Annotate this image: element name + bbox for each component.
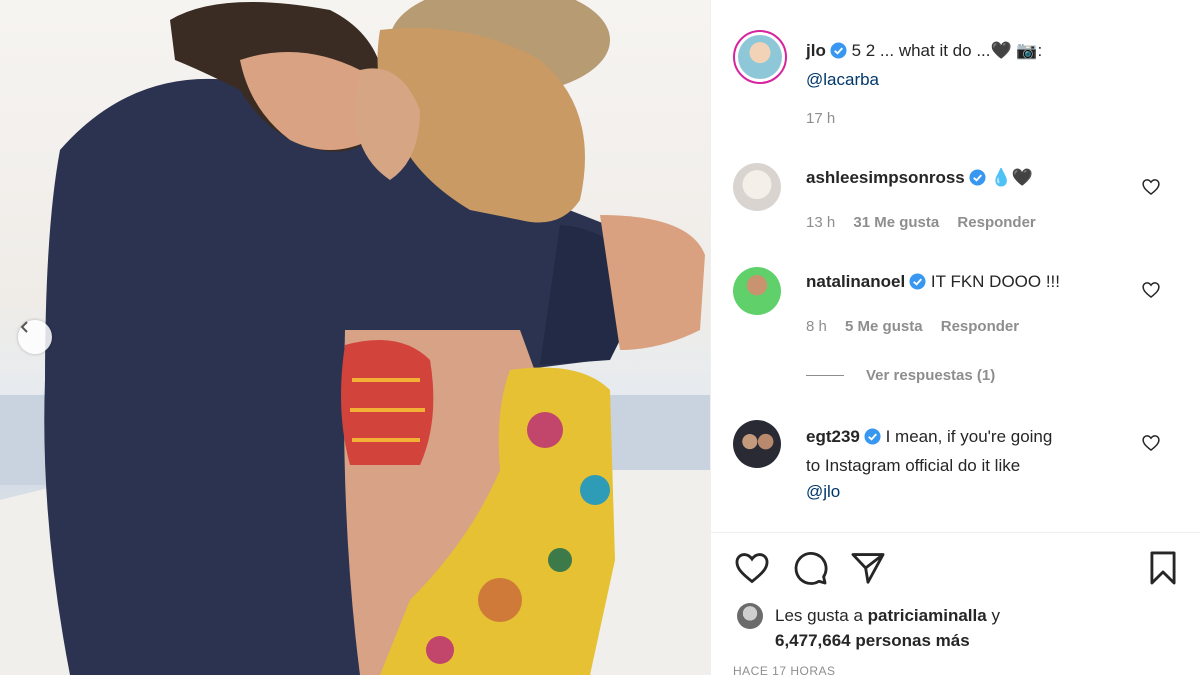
comment-text-line: to Instagram official do it like — [806, 456, 1021, 475]
verified-badge-icon — [969, 169, 986, 191]
heart-outline-icon[interactable] — [733, 549, 771, 587]
reply-button[interactable]: Responder — [957, 214, 1035, 231]
comment-text: IT FKN DOOO !!! — [930, 272, 1061, 291]
comment-text-line: I mean, if you're going — [885, 427, 1053, 446]
bikini-top — [341, 340, 434, 465]
comment-username[interactable]: egt239 — [806, 427, 860, 446]
comment: ashleesimpsonross 💧🖤 — [806, 168, 1033, 191]
comment-username[interactable]: natalinanoel — [806, 272, 905, 291]
comment-meta: 13 h 31 Me gusta Responder — [806, 214, 1036, 231]
view-replies[interactable]: Ver respuestas (1) — [806, 367, 995, 384]
wrap-flower — [548, 548, 572, 572]
reply-button[interactable]: Responder — [941, 318, 1019, 335]
comment-meta: 8 h 5 Me gusta Responder — [806, 318, 1019, 335]
bookmark-icon[interactable] — [1144, 549, 1182, 587]
wrap-flower — [527, 412, 563, 448]
commenter-avatar[interactable] — [733, 420, 781, 468]
post-side-panel: jlo 5 2 ... what it do ...🖤 📷: @lacarba … — [710, 0, 1200, 678]
likes-suffix: y — [991, 606, 1000, 625]
verified-badge-icon — [830, 41, 847, 67]
caption-text: 5 2 ... what it do ...🖤 📷: — [851, 41, 1043, 60]
commenter-avatar[interactable] — [733, 163, 781, 211]
wrap-flower — [478, 578, 522, 622]
author-username[interactable]: jlo — [806, 41, 826, 60]
comment: egt239 I mean, if you're going to Instag… — [806, 424, 1146, 505]
avatar-image — [738, 35, 782, 79]
likes-prefix: Les gusta a — [775, 606, 863, 625]
comment-likes[interactable]: 5 Me gusta — [845, 318, 923, 335]
likes-summary: Les gusta a patriciaminalla y 6,477,664 … — [775, 603, 1000, 653]
liker-username[interactable]: patriciaminalla — [868, 606, 987, 625]
caption: jlo 5 2 ... what it do ...🖤 📷: @lacarba — [806, 38, 1186, 93]
verified-badge-icon — [909, 273, 926, 295]
liker-avatar[interactable] — [737, 603, 763, 629]
comment-like-heart-icon[interactable] — [1141, 177, 1161, 197]
comment-likes[interactable]: 31 Me gusta — [853, 214, 939, 231]
likes-count[interactable]: 6,477,664 personas más — [775, 631, 970, 650]
comment-username[interactable]: ashleesimpsonross — [806, 168, 965, 187]
post-photo — [0, 0, 710, 675]
commenter-avatar[interactable] — [733, 267, 781, 315]
wrap-flower — [426, 636, 454, 664]
verified-badge-icon — [864, 427, 881, 453]
comment-text: 💧🖤 — [990, 168, 1033, 187]
caption-mention[interactable]: @lacarba — [806, 70, 879, 89]
actions-divider — [711, 532, 1200, 533]
wrap-flower — [580, 475, 610, 505]
comment: natalinanoel IT FKN DOOO !!! — [806, 272, 1060, 295]
paper-plane-icon[interactable] — [849, 549, 887, 587]
post-timestamp: HACE 17 HORAS — [733, 664, 836, 678]
post-photo-illustration — [0, 0, 710, 675]
comment-like-heart-icon[interactable] — [1141, 433, 1161, 453]
chevron-left-icon — [20, 321, 28, 333]
previous-photo-button[interactable] — [18, 320, 52, 354]
post-time[interactable]: 17 h — [806, 110, 835, 127]
author-avatar[interactable] — [733, 30, 787, 84]
comment-mention[interactable]: @jlo — [806, 482, 840, 501]
comment-time[interactable]: 8 h — [806, 318, 827, 335]
replies-line — [806, 375, 844, 376]
speech-bubble-icon[interactable] — [791, 549, 829, 587]
comment-like-heart-icon[interactable] — [1141, 280, 1161, 300]
view-replies-label[interactable]: Ver respuestas (1) — [866, 367, 995, 384]
comment-time[interactable]: 13 h — [806, 214, 835, 231]
